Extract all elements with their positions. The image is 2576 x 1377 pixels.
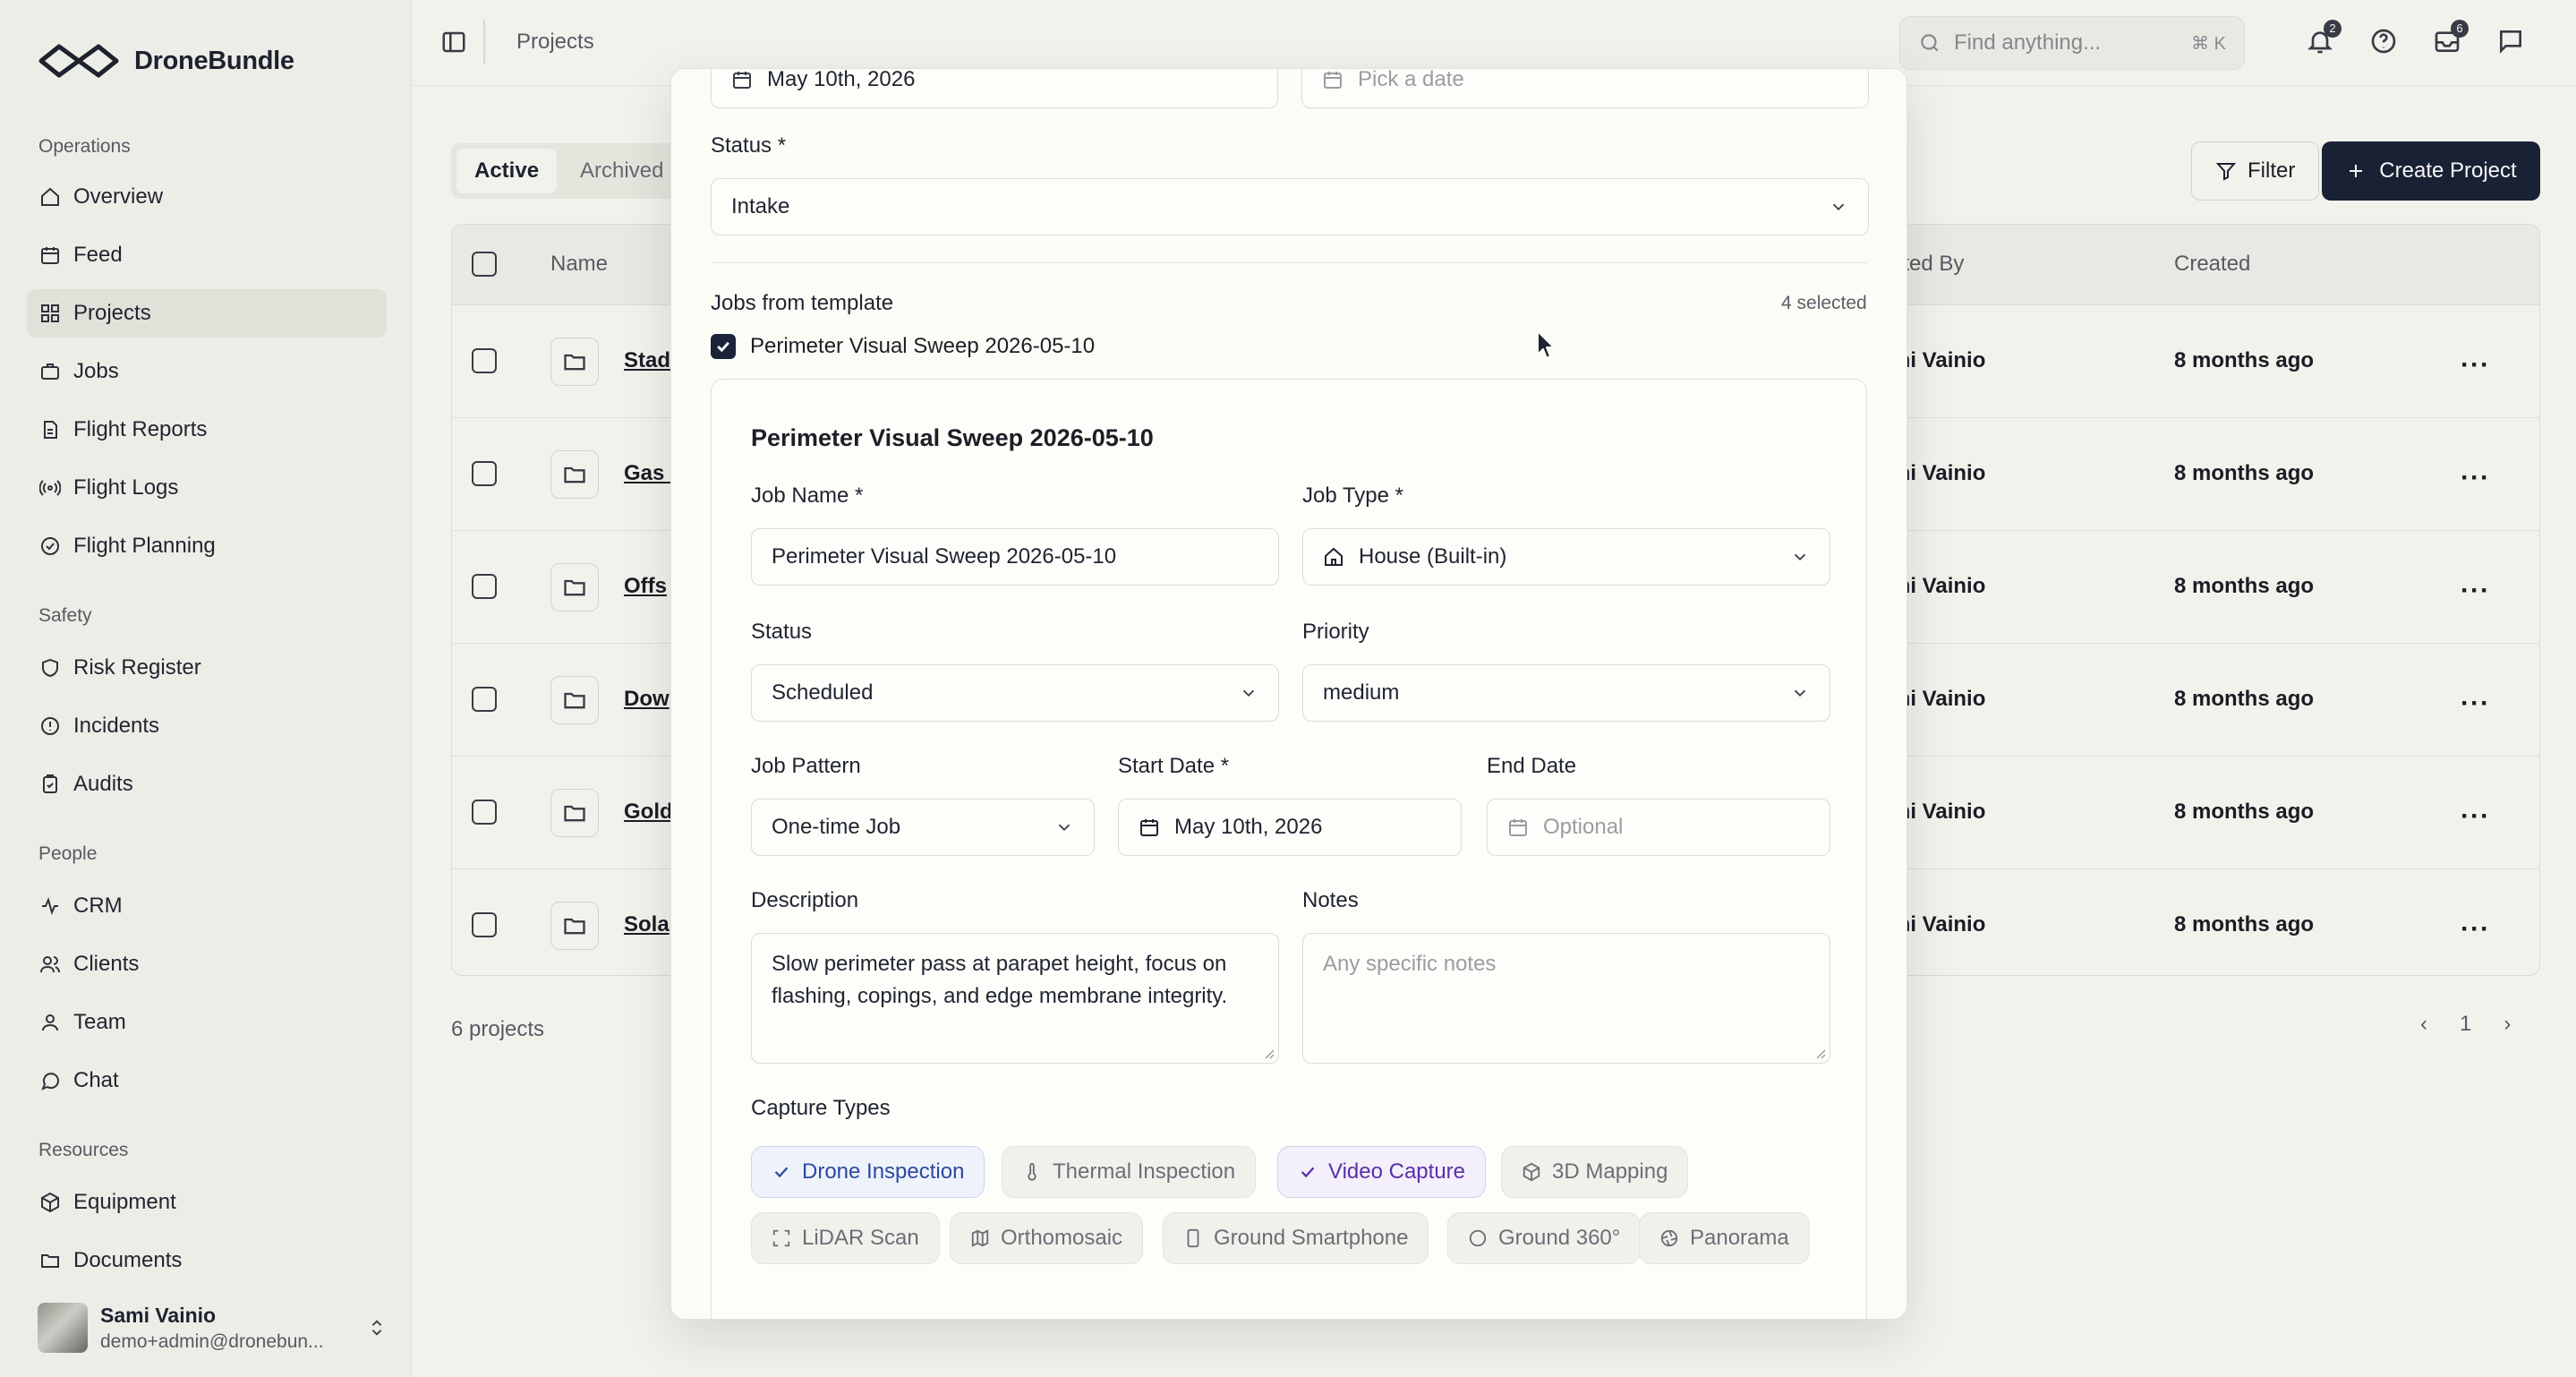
end-date-picker[interactable]: Optional xyxy=(1487,799,1830,856)
job-template-checkbox[interactable] xyxy=(711,334,736,359)
mouse-cursor-icon xyxy=(1537,330,1555,359)
jobs-template-label: Jobs from template xyxy=(711,291,894,315)
calendar-icon xyxy=(1324,72,1342,89)
job-template-checkbox-row[interactable]: Perimeter Visual Sweep 2026-05-10 xyxy=(711,334,1095,359)
job-template-label: Perimeter Visual Sweep 2026-05-10 xyxy=(750,334,1096,358)
capture-chip-video-capture[interactable]: Video Capture xyxy=(1277,1146,1486,1198)
job-type-select[interactable]: House (Built-in) xyxy=(1302,528,1830,586)
description-label: Description xyxy=(751,888,859,912)
circle-icon xyxy=(1469,1229,1487,1247)
capture-chip-orthomosaic[interactable]: Orthomosaic xyxy=(950,1212,1144,1264)
priority-label: Priority xyxy=(1302,620,1369,644)
job-card: Perimeter Visual Sweep 2026-05-10 Job Na… xyxy=(711,379,1867,1319)
status-select[interactable]: Intake xyxy=(711,178,1869,235)
check-icon xyxy=(1301,1167,1315,1178)
chevron-down-icon xyxy=(1058,824,1070,832)
capture-chip-panorama[interactable]: Panorama xyxy=(1639,1212,1810,1264)
cube-icon xyxy=(1523,1162,1540,1182)
thermometer-icon xyxy=(1028,1162,1036,1181)
job-status-label: Status xyxy=(751,620,813,644)
start-date-label: Start Date * xyxy=(1118,754,1230,778)
capture-types-label: Capture Types xyxy=(751,1096,891,1120)
divider xyxy=(711,262,1867,263)
project-end-date-placeholder: Pick a date xyxy=(1358,68,1464,91)
notes-label: Notes xyxy=(1302,888,1359,912)
project-start-date-value: May 10th, 2026 xyxy=(767,68,916,91)
capture-chip-lidar-scan[interactable]: LiDAR Scan xyxy=(751,1212,940,1264)
capture-chip-label: Video Capture xyxy=(1328,1159,1465,1184)
aperture-icon xyxy=(1660,1229,1678,1247)
resize-grip-icon[interactable] xyxy=(1813,1047,1826,1059)
job-card-title: Perimeter Visual Sweep 2026-05-10 xyxy=(751,424,1154,451)
priority-value: medium xyxy=(1323,680,1400,705)
priority-select[interactable]: medium xyxy=(1302,664,1830,722)
job-type-label: Job Type * xyxy=(1302,483,1403,508)
smartphone-icon xyxy=(1187,1228,1199,1248)
status-value: Intake xyxy=(731,194,790,218)
description-textarea[interactable]: Slow perimeter pass at parapet height, f… xyxy=(751,933,1279,1064)
scan-icon xyxy=(772,1229,790,1247)
capture-chip-label: Drone Inspection xyxy=(802,1159,965,1184)
description-value: Slow perimeter pass at parapet height, f… xyxy=(772,952,1228,1008)
job-name-input[interactable]: Perimeter Visual Sweep 2026-05-10 xyxy=(751,528,1279,586)
project-end-date-field[interactable]: Pick a date xyxy=(1301,68,1869,108)
job-status-select[interactable]: Scheduled xyxy=(751,664,1279,722)
capture-chip-label: 3D Mapping xyxy=(1552,1159,1668,1184)
chevron-down-icon xyxy=(1794,553,1806,561)
capture-chip-thermal-inspection[interactable]: Thermal Inspection xyxy=(1002,1146,1257,1198)
resize-grip-icon[interactable] xyxy=(1262,1047,1275,1059)
capture-chip-label: LiDAR Scan xyxy=(802,1226,919,1250)
job-name-value: Perimeter Visual Sweep 2026-05-10 xyxy=(772,544,1117,569)
start-date-picker[interactable]: May 10th, 2026 xyxy=(1118,799,1462,856)
job-pattern-value: One-time Job xyxy=(772,815,901,839)
start-date-value: May 10th, 2026 xyxy=(1174,815,1323,839)
capture-chip-label: Orthomosaic xyxy=(1001,1226,1123,1250)
jobs-selected-count: 4 selected xyxy=(1781,293,1867,313)
house-icon xyxy=(1325,547,1343,566)
project-start-date-field[interactable]: May 10th, 2026 xyxy=(711,68,1278,108)
capture-chip-3d-mapping[interactable]: 3D Mapping xyxy=(1501,1146,1689,1198)
create-project-dialog: May 10th, 2026 Pick a date Status * Inta… xyxy=(670,68,1907,1320)
capture-chip-label: Thermal Inspection xyxy=(1053,1159,1236,1184)
capture-chip-label: Panorama xyxy=(1690,1226,1789,1250)
end-date-placeholder: Optional xyxy=(1543,815,1624,839)
capture-chip-ground-360[interactable]: Ground 360° xyxy=(1447,1212,1642,1264)
job-pattern-label: Job Pattern xyxy=(751,754,861,778)
status-label: Status * xyxy=(711,133,787,158)
calendar-icon xyxy=(1140,819,1158,836)
check-icon xyxy=(717,341,729,353)
chevron-down-icon xyxy=(1242,689,1255,697)
job-pattern-select[interactable]: One-time Job xyxy=(751,799,1095,856)
chevron-down-icon xyxy=(1794,689,1806,697)
check-icon xyxy=(774,1167,789,1178)
job-status-value: Scheduled xyxy=(772,680,874,705)
notes-placeholder: Any specific notes xyxy=(1323,952,1497,976)
calendar-icon xyxy=(733,72,751,89)
capture-chip-drone-inspection[interactable]: Drone Inspection xyxy=(751,1146,985,1198)
job-name-label: Job Name * xyxy=(751,483,864,508)
capture-chip-label: Ground Smartphone xyxy=(1214,1226,1409,1250)
map-icon xyxy=(971,1229,989,1247)
job-type-value: House (Built-in) xyxy=(1359,544,1507,569)
capture-chip-ground-smartphone[interactable]: Ground Smartphone xyxy=(1163,1212,1429,1264)
notes-textarea[interactable]: Any specific notes xyxy=(1302,933,1830,1064)
calendar-icon xyxy=(1509,819,1527,836)
end-date-label: End Date xyxy=(1487,754,1577,778)
capture-chip-label: Ground 360° xyxy=(1498,1226,1621,1250)
chevron-down-icon xyxy=(1832,203,1845,211)
